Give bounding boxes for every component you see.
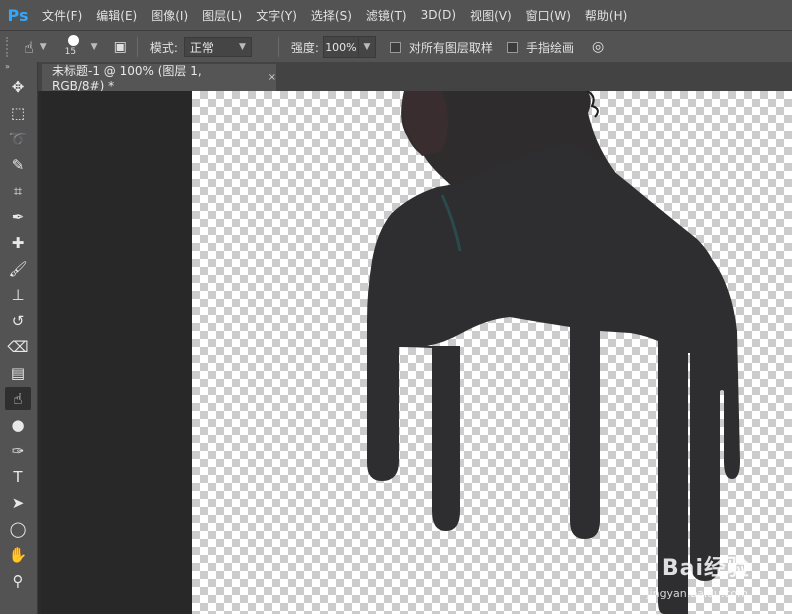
tool-options-bar: ☝ ▼ 15 ▼ ▣ 模式: 正常 ▼ 强度: 100% ▼ 对所有图层取样 手… <box>0 30 792 64</box>
finger-painting-label: 手指绘画 <box>525 40 574 55</box>
menu-edit[interactable]: 编辑(E) <box>96 7 137 24</box>
mode-label: 模式: <box>149 40 178 55</box>
brush-tool-icon[interactable]: 🖌 <box>5 257 31 280</box>
pen-tool-icon[interactable]: ✑ <box>5 439 31 462</box>
type-tool-icon[interactable]: T <box>5 465 31 488</box>
document-canvas[interactable]: Bai经验 jingyan.baidu.com <box>192 91 792 614</box>
hand-tool-icon[interactable]: ✋ <box>5 543 31 566</box>
sample-all-layers-checkbox[interactable] <box>389 41 401 53</box>
eraser-tool-icon[interactable]: ⌫ <box>5 335 31 358</box>
menu-filter[interactable]: 滤镜(T) <box>366 7 407 24</box>
document-tab-title: 未标题-1 @ 100% (图层 1, RGB/8#) * <box>52 64 202 93</box>
menu-bar: Ps 文件(F) 编辑(E) 图像(I) 图层(L) 文字(Y) 选择(S) 滤… <box>0 0 792 30</box>
brush-chevron-down-icon[interactable]: ▼ <box>91 42 98 52</box>
document-tab[interactable]: 未标题-1 @ 100% (图层 1, RGB/8#) * × <box>42 64 276 93</box>
mode-select[interactable]: 正常 ▼ <box>183 37 252 57</box>
menu-layer[interactable]: 图层(L) <box>202 7 242 24</box>
ellipse-tool-icon[interactable]: ◯ <box>5 517 31 540</box>
watermark-url: jingyan.baidu.com <box>646 587 748 600</box>
strength-label: 强度: <box>290 40 319 55</box>
separator <box>136 37 138 57</box>
strength-input[interactable]: 100% <box>322 36 359 58</box>
crop-tool-icon[interactable]: ⌗ <box>5 179 31 202</box>
clone-stamp-tool-icon[interactable]: ⊥ <box>5 283 31 306</box>
chevron-down-icon: ▼ <box>238 42 246 52</box>
figure-silhouette <box>367 91 740 614</box>
healing-brush-tool-icon[interactable]: ✚ <box>5 231 31 254</box>
tools-panel: » ✥ ⬚ ➰ ✎ ⌗ ✒ ✚ 🖌 ⊥ ↺ ⌫ ▤ ☝ ● ✑ T ➤ ◯ ✋ ⚲ <box>0 62 38 614</box>
menu-view[interactable]: 视图(V) <box>470 7 512 24</box>
face-shadow <box>402 91 448 156</box>
menu-image[interactable]: 图像(I) <box>151 7 188 24</box>
smudge-tool-icon[interactable]: ☝ <box>5 387 31 410</box>
close-icon[interactable]: × <box>268 72 276 83</box>
strength-slider-chevron-icon[interactable]: ▼ <box>358 36 376 58</box>
quick-selection-tool-icon[interactable]: ✎ <box>5 153 31 176</box>
tool-preset-chevron-down-icon[interactable]: ▼ <box>40 42 47 52</box>
history-brush-tool-icon[interactable]: ↺ <box>5 309 31 332</box>
marquee-tool-icon[interactable]: ⬚ <box>5 101 31 124</box>
brush-tip-icon <box>67 35 79 46</box>
brush-preset-picker[interactable]: 15 <box>63 34 85 60</box>
menu-window[interactable]: 窗口(W) <box>526 7 571 24</box>
document-tab-bar: 未标题-1 @ 100% (图层 1, RGB/8#) * × <box>38 62 792 93</box>
menu-help[interactable]: 帮助(H) <box>585 7 627 24</box>
move-tool-icon[interactable]: ✥ <box>5 75 31 98</box>
gradient-tool-icon[interactable]: ▤ <box>5 361 31 384</box>
sample-all-layers-label: 对所有图层取样 <box>408 40 493 55</box>
path-selection-tool-icon[interactable]: ➤ <box>5 491 31 514</box>
brush-size-value: 15 <box>64 47 77 57</box>
lasso-tool-icon[interactable]: ➰ <box>5 127 31 150</box>
menu-type[interactable]: 文字(Y) <box>256 7 297 24</box>
eyedropper-tool-icon[interactable]: ✒ <box>5 205 31 228</box>
dodge-tool-icon[interactable]: ● <box>5 413 31 436</box>
smudge-icon[interactable]: ☝ <box>24 38 34 57</box>
brush-panel-icon[interactable]: ▣ <box>114 39 127 55</box>
pressure-strength-icon[interactable]: ◎ <box>592 39 604 55</box>
zoom-tool-icon[interactable]: ⚲ <box>5 569 31 592</box>
watermark-brand: Bai经验 <box>661 556 750 581</box>
body-silhouette <box>367 143 740 614</box>
menu-select[interactable]: 选择(S) <box>311 7 352 24</box>
photoshop-logo: Ps <box>7 5 29 25</box>
collapse-panel-icon[interactable]: » <box>0 62 37 72</box>
menu-3d[interactable]: 3D(D) <box>421 8 456 22</box>
options-bar-grip[interactable] <box>6 37 16 57</box>
separator <box>277 37 279 57</box>
finger-painting-checkbox[interactable] <box>506 41 518 53</box>
pasteboard <box>41 91 192 614</box>
mode-value: 正常 <box>189 40 214 55</box>
menu-file[interactable]: 文件(F) <box>42 7 82 24</box>
